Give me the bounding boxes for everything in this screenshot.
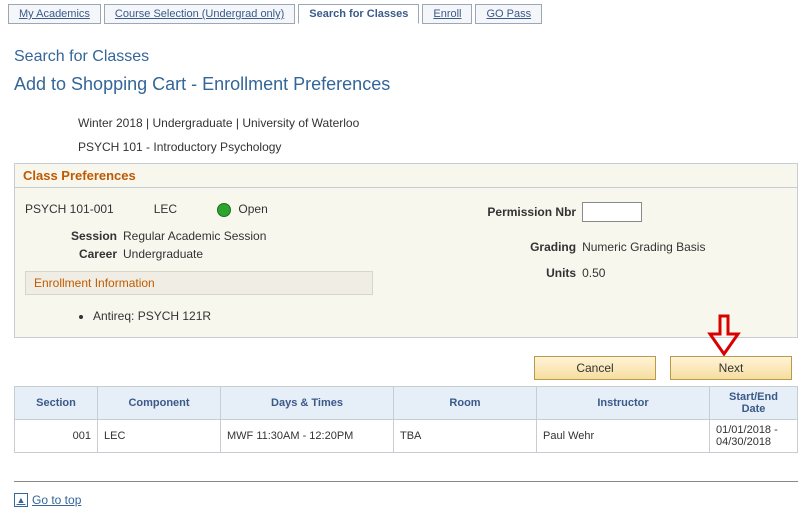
page-title: Search for Classes xyxy=(14,48,798,66)
antireq-item: Antireq: PSYCH 121R xyxy=(93,309,444,323)
next-button[interactable]: Next xyxy=(670,356,792,380)
career-label: Career xyxy=(45,247,123,261)
page-subtitle: Add to Shopping Cart - Enrollment Prefer… xyxy=(14,74,798,95)
class-preferences-box: Class Preferences PSYCH 101-001 LEC Open… xyxy=(14,163,798,338)
col-instructor: Instructor xyxy=(537,386,710,419)
col-section: Section xyxy=(15,386,98,419)
units-value: 0.50 xyxy=(582,266,605,280)
go-to-top-icon: ▲ xyxy=(14,493,28,507)
session-value: Regular Academic Session xyxy=(123,229,266,243)
go-to-top-link[interactable]: ▲ Go to top xyxy=(14,493,81,507)
session-label: Session xyxy=(45,229,123,243)
career-value: Undergraduate xyxy=(123,247,203,261)
footer: ▲ Go to top xyxy=(14,481,798,507)
grading-label: Grading xyxy=(444,240,582,254)
permission-nbr-label: Permission Nbr xyxy=(444,205,582,219)
cell-room: TBA xyxy=(394,419,537,452)
schedule-table: Section Component Days & Times Room Inst… xyxy=(14,386,798,453)
buttons-row: Cancel Next xyxy=(14,356,798,380)
units-label: Units xyxy=(444,266,582,280)
status-open-text: Open xyxy=(238,202,267,216)
go-to-top-label: Go to top xyxy=(32,493,81,507)
col-days-times: Days & Times xyxy=(221,386,394,419)
col-room: Room xyxy=(394,386,537,419)
grading-value: Numeric Grading Basis xyxy=(582,240,705,254)
permission-nbr-input[interactable] xyxy=(582,202,642,222)
cell-section: 001 xyxy=(15,419,98,452)
cell-dates: 01/01/2018 - 04/30/2018 xyxy=(710,419,798,452)
table-row: 001 LEC MWF 11:30AM - 12:20PM TBA Paul W… xyxy=(15,419,798,452)
class-preferences-header: Class Preferences xyxy=(15,164,797,188)
cell-component: LEC xyxy=(98,419,221,452)
cancel-button[interactable]: Cancel xyxy=(534,356,656,380)
cell-days-times: MWF 11:30AM - 12:20PM xyxy=(221,419,394,452)
course-line: PSYCH 101 - Introductory Psychology xyxy=(78,135,798,159)
tab-course-selection[interactable]: Course Selection (Undergrad only) xyxy=(104,4,295,24)
term-line: Winter 2018 | Undergraduate | University… xyxy=(78,111,798,135)
tabs-bar: My Academics Course Selection (Undergrad… xyxy=(0,0,812,24)
attention-arrow-icon xyxy=(706,314,742,356)
class-code: PSYCH 101-001 xyxy=(25,202,114,216)
enrollment-info-body: Antireq: PSYCH 121R xyxy=(25,295,444,323)
col-component: Component xyxy=(98,386,221,419)
tab-enroll[interactable]: Enroll xyxy=(422,4,472,24)
cell-instructor: Paul Wehr xyxy=(537,419,710,452)
class-status: Open xyxy=(217,202,268,217)
tab-my-academics[interactable]: My Academics xyxy=(8,4,101,24)
enrollment-info-header: Enrollment Information xyxy=(25,271,373,295)
tab-search-for-classes[interactable]: Search for Classes xyxy=(298,4,419,24)
table-header-row: Section Component Days & Times Room Inst… xyxy=(15,386,798,419)
col-start-end-date: Start/End Date xyxy=(710,386,798,419)
course-context: Winter 2018 | Undergraduate | University… xyxy=(78,111,798,159)
status-open-icon xyxy=(217,203,231,217)
class-component: LEC xyxy=(154,202,177,216)
class-line: PSYCH 101-001 LEC Open xyxy=(25,202,444,217)
tab-go-pass[interactable]: GO Pass xyxy=(475,4,542,24)
